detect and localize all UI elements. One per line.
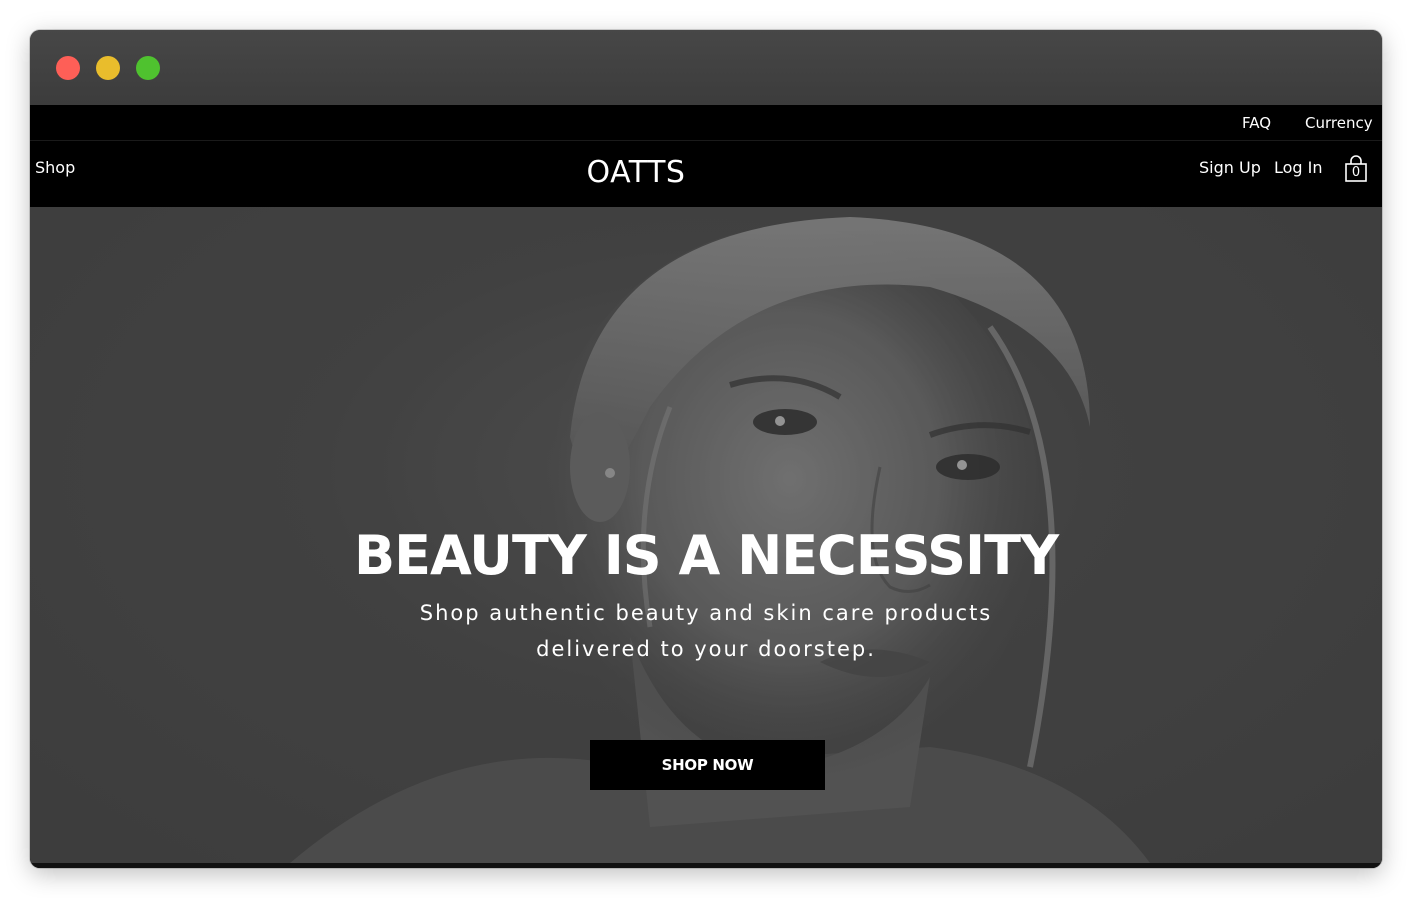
maximize-window-button[interactable] — [136, 56, 160, 80]
cart-count: 0 — [1351, 165, 1361, 180]
utility-bar: FAQ Currency — [30, 105, 1382, 141]
hero-subtitle: Shop authentic beauty and skin care prod… — [419, 601, 993, 661]
section-divider — [30, 863, 1382, 868]
hero-banner: BEAUTY IS A NECESSITY Shop authentic bea… — [30, 207, 1382, 863]
shop-now-button[interactable]: SHOP NOW — [590, 740, 825, 790]
currency-selector[interactable]: Currency — [1305, 114, 1373, 132]
hero-title: BEAUTY IS A NECESSITY — [353, 524, 1059, 587]
site-logo[interactable]: OATTS — [30, 155, 1242, 190]
cart-button[interactable]: 0 — [1344, 155, 1368, 183]
close-window-button[interactable] — [56, 56, 80, 80]
sign-up-link[interactable]: Sign Up — [1199, 158, 1261, 177]
website: FAQ Currency Shop OATTS Sign Up Log In 0 — [30, 105, 1382, 868]
window-titlebar — [30, 30, 1382, 105]
main-navigation: Shop OATTS Sign Up Log In 0 — [30, 141, 1382, 207]
faq-link[interactable]: FAQ — [1242, 114, 1271, 132]
browser-window: FAQ Currency Shop OATTS Sign Up Log In 0 — [30, 30, 1382, 868]
minimize-window-button[interactable] — [96, 56, 120, 80]
log-in-link[interactable]: Log In — [1274, 158, 1323, 177]
